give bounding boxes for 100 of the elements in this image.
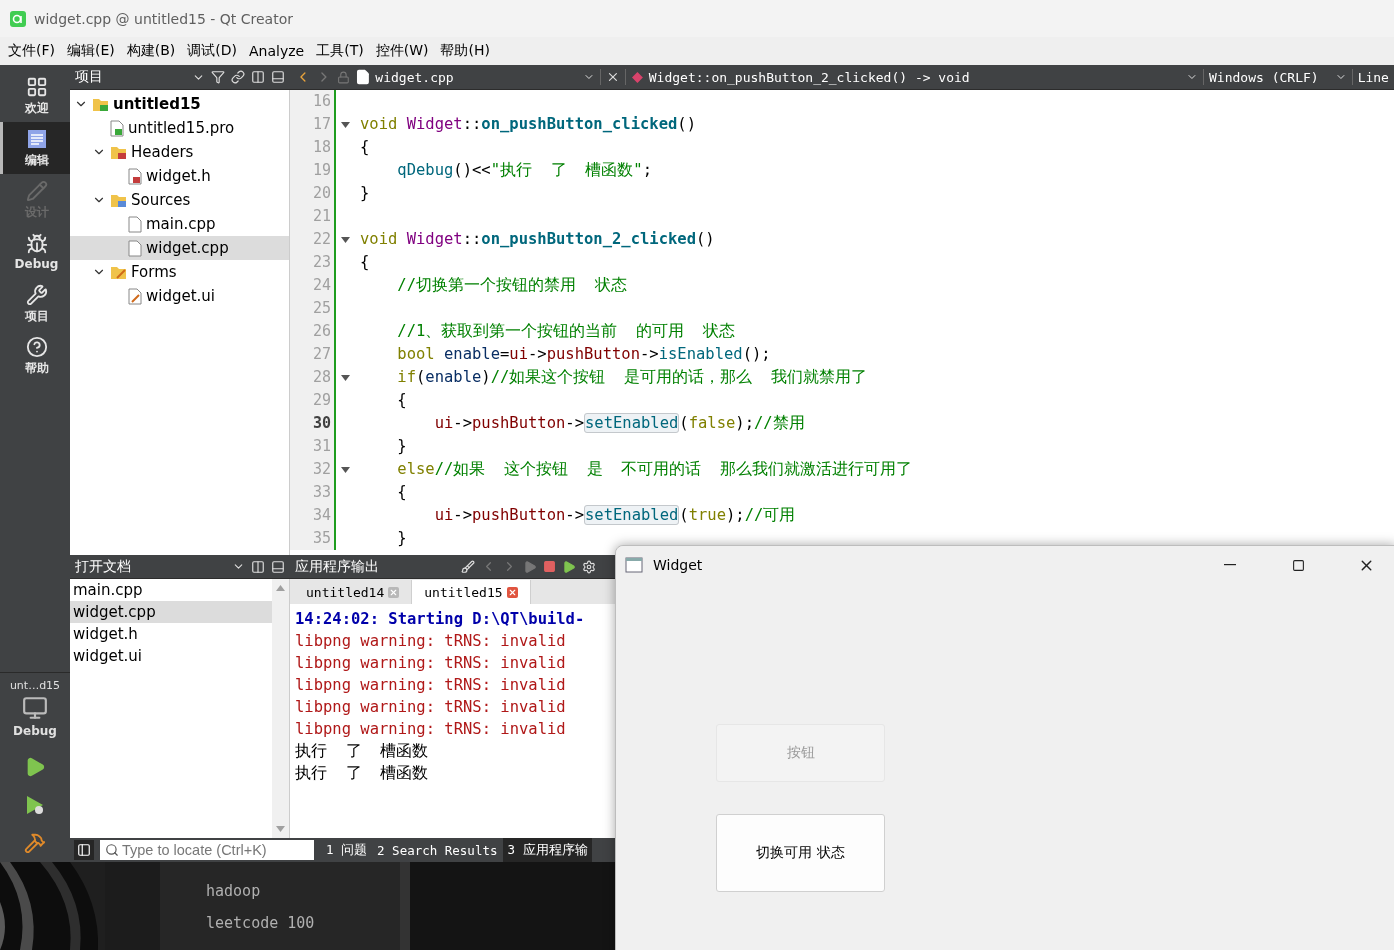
output-line: 14:24:02: Starting D:\QT\build- bbox=[295, 609, 585, 630]
menu-item[interactable]: 编辑(E) bbox=[61, 39, 121, 63]
menu-item[interactable]: 构建(B) bbox=[120, 39, 182, 63]
tree-item[interactable]: untitled15 bbox=[70, 92, 289, 116]
close-icon bbox=[507, 587, 517, 597]
header-file-icon bbox=[128, 167, 142, 185]
code-line: } bbox=[396, 528, 407, 549]
tree-item-label: untitled15 bbox=[113, 95, 201, 113]
code-line: qDebug()<<"执行 了 槽函数"; bbox=[396, 160, 652, 181]
pane-title: 打开文档 bbox=[75, 557, 132, 576]
pane-tab[interactable]: 3 应用程序输 bbox=[503, 838, 592, 862]
fold-arrow-icon[interactable] bbox=[341, 236, 350, 243]
tree-item[interactable]: widget.cpp bbox=[70, 236, 289, 260]
menu-item[interactable]: Analyze bbox=[243, 40, 311, 62]
code-line: void Widget::on_pushButton_clicked() bbox=[360, 114, 696, 135]
hammer-icon bbox=[24, 832, 46, 854]
folder-icon bbox=[110, 192, 127, 208]
document-item[interactable]: widget.cpp bbox=[70, 601, 272, 623]
close-pane-icon[interactable] bbox=[271, 70, 285, 84]
mode-button[interactable]: 编辑 bbox=[0, 122, 70, 174]
clear-icon[interactable] bbox=[461, 559, 475, 574]
line-number: 19 bbox=[290, 159, 336, 182]
tree-item[interactable]: Headers bbox=[70, 140, 289, 164]
mode-button[interactable]: Debug bbox=[0, 226, 70, 278]
tree-item[interactable]: Sources bbox=[70, 188, 289, 212]
tree-item-label: widget.h bbox=[146, 167, 211, 185]
tree-item[interactable]: Forms bbox=[70, 260, 289, 284]
split-icon[interactable] bbox=[251, 70, 265, 84]
window-title: Widget bbox=[653, 557, 704, 573]
fold-arrow-icon[interactable] bbox=[341, 121, 350, 128]
close-pane-icon[interactable] bbox=[271, 559, 285, 574]
line-number: 17 bbox=[290, 113, 336, 136]
line-number: 33 bbox=[290, 481, 336, 504]
tree-item[interactable]: main.cpp bbox=[70, 212, 289, 236]
window-title: widget.cpp @ untitled15 - Qt Creator bbox=[34, 10, 293, 27]
document-item[interactable]: widget.h bbox=[70, 623, 272, 645]
document-item[interactable]: widget.ui bbox=[70, 645, 272, 667]
pane-tab[interactable]: 2 Search Results bbox=[373, 838, 502, 862]
document-icon bbox=[25, 127, 48, 150]
line-number: 32 bbox=[290, 458, 336, 481]
close-icon[interactable] bbox=[606, 70, 620, 84]
document-item[interactable]: main.cpp bbox=[70, 579, 272, 601]
mode-button[interactable]: 帮助 bbox=[0, 330, 70, 382]
menu-item[interactable]: 调试(D) bbox=[181, 39, 243, 63]
output-line: libpng warning: tRNS: invalid bbox=[295, 697, 566, 718]
line-number: 16 bbox=[290, 90, 336, 113]
sidebar-toggle-button[interactable] bbox=[74, 840, 94, 860]
search-icon bbox=[105, 843, 119, 857]
monitor-icon bbox=[22, 695, 48, 721]
line-number: 18 bbox=[290, 136, 336, 159]
qt-file-icon bbox=[110, 119, 124, 137]
line-ending: Windows (CRLF) bbox=[1209, 69, 1320, 85]
symbol-icon bbox=[630, 70, 644, 84]
menu-item[interactable]: 控件(W) bbox=[369, 39, 435, 63]
pane-title: 应用程序输出 bbox=[295, 557, 380, 576]
file-icon bbox=[354, 69, 371, 85]
search-field[interactable]: Type to locate (Ctrl+K) bbox=[100, 840, 314, 860]
wrench-icon bbox=[25, 283, 48, 306]
link-icon[interactable] bbox=[231, 70, 245, 84]
tree-item-label: Headers bbox=[131, 143, 194, 161]
code-line: { bbox=[396, 390, 407, 411]
code-line: void Widget::on_pushButton_2_clicked() bbox=[360, 229, 715, 250]
split-icon[interactable] bbox=[251, 559, 265, 574]
output-line: 执行 了 槽函数 bbox=[295, 763, 429, 784]
tree-item[interactable]: widget.h bbox=[70, 164, 289, 188]
file-icon bbox=[128, 215, 142, 233]
tree-item[interactable]: untitled15.pro bbox=[70, 116, 289, 140]
line-number: 28 bbox=[290, 366, 336, 389]
line-number: 29 bbox=[290, 389, 336, 412]
stop-icon[interactable] bbox=[543, 560, 556, 573]
line-number: 31 bbox=[290, 435, 336, 458]
mode-button[interactable]: 欢迎 bbox=[0, 70, 70, 122]
cursor-position: Line bbox=[1357, 69, 1389, 85]
tab-close-button[interactable] bbox=[506, 586, 518, 598]
pane-tab[interactable]: 1 问题 bbox=[322, 838, 372, 862]
output-tab[interactable]: untitled15 bbox=[412, 580, 531, 604]
close-icon bbox=[389, 587, 399, 597]
line-number: 25 bbox=[290, 297, 336, 320]
line-number: 22 bbox=[290, 228, 336, 251]
mode-button[interactable]: 项目 bbox=[0, 278, 70, 330]
code-line: { bbox=[396, 482, 407, 503]
push-button[interactable]: 切换可用 状态 bbox=[716, 814, 885, 892]
grid-icon bbox=[25, 75, 48, 98]
line-number: 27 bbox=[290, 343, 336, 366]
fold-arrow-icon[interactable] bbox=[341, 374, 350, 381]
file-name: widget.cpp bbox=[375, 69, 455, 85]
tree-item[interactable]: widget.ui bbox=[70, 284, 289, 308]
menu-item[interactable]: 工具(T) bbox=[310, 39, 370, 63]
menu-item[interactable]: 文件(F) bbox=[2, 39, 61, 63]
code-line: bool enable=ui->pushButton->isEnabled(); bbox=[396, 344, 771, 365]
pencil-icon bbox=[25, 179, 48, 202]
fold-arrow-icon[interactable] bbox=[341, 466, 350, 473]
code-line: ui->pushButton->setEnabled(false);//禁用 bbox=[433, 412, 805, 435]
filter-icon[interactable] bbox=[211, 70, 225, 84]
code-line: if(enable)//如果这个按钮 是可用的话，那么 我们就禁用了 bbox=[396, 367, 867, 388]
sidebar-icon bbox=[77, 843, 91, 857]
play-icon[interactable] bbox=[562, 559, 576, 574]
menu-item[interactable]: 帮助(H) bbox=[434, 39, 496, 63]
code-line: //切换第一个按钮的禁用 状态 bbox=[396, 275, 627, 296]
settings-icon[interactable] bbox=[582, 559, 596, 574]
